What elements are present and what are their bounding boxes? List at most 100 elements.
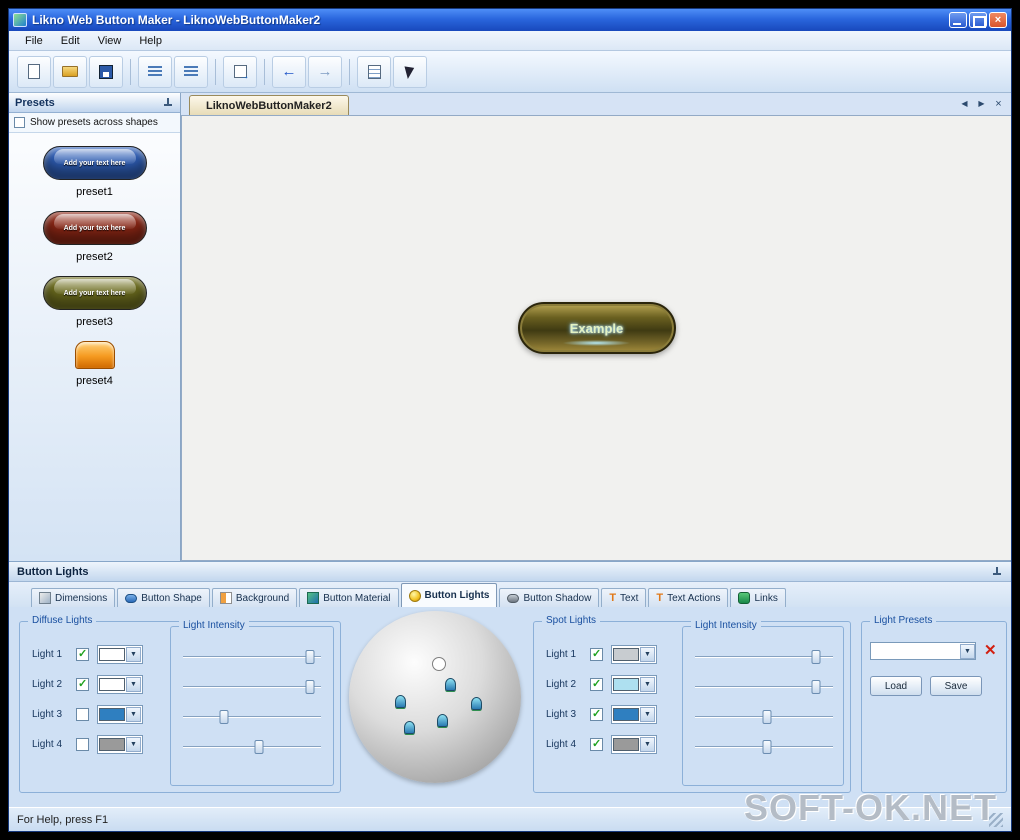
spot-light-row: Light 4 ▼ bbox=[546, 734, 657, 754]
slider-thumb[interactable] bbox=[219, 710, 229, 724]
new-button[interactable] bbox=[17, 55, 51, 88]
spot-light4-color-dropdown[interactable]: ▼ bbox=[611, 734, 657, 754]
menu-help[interactable]: Help bbox=[131, 33, 170, 49]
slider-thumb[interactable] bbox=[305, 680, 315, 694]
tab-button-shape[interactable]: Button Shape bbox=[117, 588, 210, 607]
preset-item[interactable]: preset4 bbox=[9, 341, 180, 387]
spot-intensity-slider-4[interactable] bbox=[695, 739, 833, 755]
slider-thumb[interactable] bbox=[811, 650, 821, 664]
color-swatch bbox=[99, 707, 125, 721]
forward-button[interactable]: → bbox=[308, 55, 342, 88]
button-material-icon bbox=[307, 592, 320, 604]
load-button[interactable]: Load bbox=[870, 676, 922, 696]
diffuse-intensity-slider-1[interactable] bbox=[183, 649, 321, 665]
save-preset-button[interactable]: Save bbox=[930, 676, 982, 696]
tab-close-icon[interactable]: × bbox=[992, 97, 1005, 110]
tab-button-shadow[interactable]: Button Shadow bbox=[499, 588, 600, 607]
light-marker[interactable] bbox=[395, 695, 407, 709]
pin-icon[interactable] bbox=[162, 97, 174, 109]
light4-checkbox[interactable] bbox=[76, 737, 89, 751]
tab-text-actions[interactable]: T Text Actions bbox=[648, 588, 729, 607]
spot-light2-color-dropdown[interactable]: ▼ bbox=[611, 674, 657, 694]
diffuse-light-row: Light 1 ▼ bbox=[32, 644, 143, 664]
preset-item[interactable]: Add your text here preset3 bbox=[9, 276, 180, 328]
toolbar: ← → bbox=[9, 51, 1011, 93]
spot-intensity-slider-2[interactable] bbox=[695, 679, 833, 695]
preset-button-text: Add your text here bbox=[63, 289, 126, 297]
example-button-text: Example bbox=[569, 320, 624, 336]
menu-file[interactable]: File bbox=[17, 33, 51, 49]
open-button[interactable] bbox=[53, 55, 87, 88]
spot-light4-checkbox[interactable] bbox=[590, 737, 603, 751]
slider-thumb[interactable] bbox=[762, 710, 772, 724]
button-shadow-icon bbox=[507, 593, 520, 603]
minimize-button[interactable] bbox=[949, 12, 967, 28]
preset-item[interactable]: Add your text here preset1 bbox=[9, 146, 180, 198]
slider-thumb[interactable] bbox=[811, 680, 821, 694]
preset2-thumbnail[interactable]: Add your text here bbox=[42, 211, 147, 245]
spot-light1-checkbox[interactable] bbox=[590, 647, 603, 661]
document-tab[interactable]: LiknoWebButtonMaker2 bbox=[189, 95, 349, 115]
light-marker[interactable] bbox=[471, 697, 483, 710]
light-preset-combobox[interactable]: ▼ bbox=[870, 642, 976, 660]
tab-background[interactable]: Background bbox=[211, 588, 298, 607]
light2-color-dropdown[interactable]: ▼ bbox=[97, 674, 143, 694]
light-position-sphere[interactable] bbox=[349, 611, 521, 783]
tab-text[interactable]: T Text bbox=[601, 588, 647, 607]
show-presets-checkbox[interactable] bbox=[14, 117, 25, 128]
pin-icon[interactable] bbox=[991, 566, 1003, 578]
spot-light2-checkbox[interactable] bbox=[590, 677, 603, 691]
example-button-preview[interactable]: Example bbox=[517, 302, 676, 355]
back-button[interactable]: ← bbox=[272, 55, 306, 88]
menu-view[interactable]: View bbox=[90, 33, 130, 49]
light-marker[interactable] bbox=[404, 721, 416, 735]
light-marker[interactable] bbox=[436, 714, 448, 728]
slider-thumb[interactable] bbox=[254, 740, 264, 754]
tab-dimensions[interactable]: Dimensions bbox=[31, 588, 116, 607]
save-button[interactable] bbox=[89, 55, 123, 88]
list-remove-button[interactable] bbox=[174, 55, 208, 88]
spot-light3-color-dropdown[interactable]: ▼ bbox=[611, 704, 657, 724]
tab-scroll-left-icon[interactable]: ◀ bbox=[958, 97, 971, 110]
list-add-button[interactable] bbox=[138, 55, 172, 88]
light1-checkbox[interactable] bbox=[76, 647, 89, 661]
selected-light-handle[interactable] bbox=[431, 657, 446, 672]
export-button[interactable] bbox=[223, 55, 257, 88]
tab-button-material[interactable]: Button Material bbox=[299, 588, 399, 607]
menu-edit[interactable]: Edit bbox=[53, 33, 88, 49]
tab-button-lights[interactable]: Button Lights bbox=[400, 583, 498, 607]
diffuse-intensity-slider-4[interactable] bbox=[183, 739, 321, 755]
light3-checkbox[interactable] bbox=[76, 707, 89, 721]
light4-color-dropdown[interactable]: ▼ bbox=[97, 734, 143, 754]
tab-links[interactable]: Links bbox=[730, 588, 786, 607]
slider-thumb[interactable] bbox=[762, 740, 772, 754]
maximize-button[interactable] bbox=[969, 12, 987, 28]
close-button[interactable]: × bbox=[989, 12, 1007, 28]
spot-light1-color-dropdown[interactable]: ▼ bbox=[611, 644, 657, 664]
diffuse-intensity-slider-2[interactable] bbox=[183, 679, 321, 695]
light3-color-dropdown[interactable]: ▼ bbox=[97, 704, 143, 724]
spot-light-row: Light 1 ▼ bbox=[546, 644, 657, 664]
preset1-thumbnail[interactable]: Add your text here bbox=[42, 146, 147, 180]
spot-light3-checkbox[interactable] bbox=[590, 707, 603, 721]
button-preview-canvas[interactable]: Example bbox=[181, 115, 1011, 561]
presets-panel: Presets Show presets across shapes Add y… bbox=[9, 93, 181, 561]
forward-arrow-icon: → bbox=[317, 63, 333, 80]
light-marker[interactable] bbox=[445, 678, 457, 692]
diffuse-intensity-slider-3[interactable] bbox=[183, 709, 321, 725]
spot-intensity-slider-3[interactable] bbox=[695, 709, 833, 725]
slider-thumb[interactable] bbox=[305, 650, 315, 664]
color-swatch bbox=[613, 707, 639, 721]
tab-scroll-right-icon[interactable]: ▶ bbox=[975, 97, 988, 110]
spot-lights-group: Spot Lights Light 1 ▼ Light 2 ▼ bbox=[533, 615, 851, 793]
preset4-thumbnail[interactable] bbox=[74, 341, 115, 369]
light-label: Light 1 bbox=[546, 648, 577, 660]
light1-color-dropdown[interactable]: ▼ bbox=[97, 644, 143, 664]
spot-intensity-slider-1[interactable] bbox=[695, 649, 833, 665]
delete-preset-icon[interactable]: ✕ bbox=[984, 643, 997, 658]
preset3-thumbnail[interactable]: Add your text here bbox=[42, 276, 147, 310]
notes-button[interactable] bbox=[357, 55, 391, 88]
select-button[interactable] bbox=[393, 55, 427, 88]
preset-item[interactable]: Add your text here preset2 bbox=[9, 211, 180, 263]
light2-checkbox[interactable] bbox=[76, 677, 89, 691]
